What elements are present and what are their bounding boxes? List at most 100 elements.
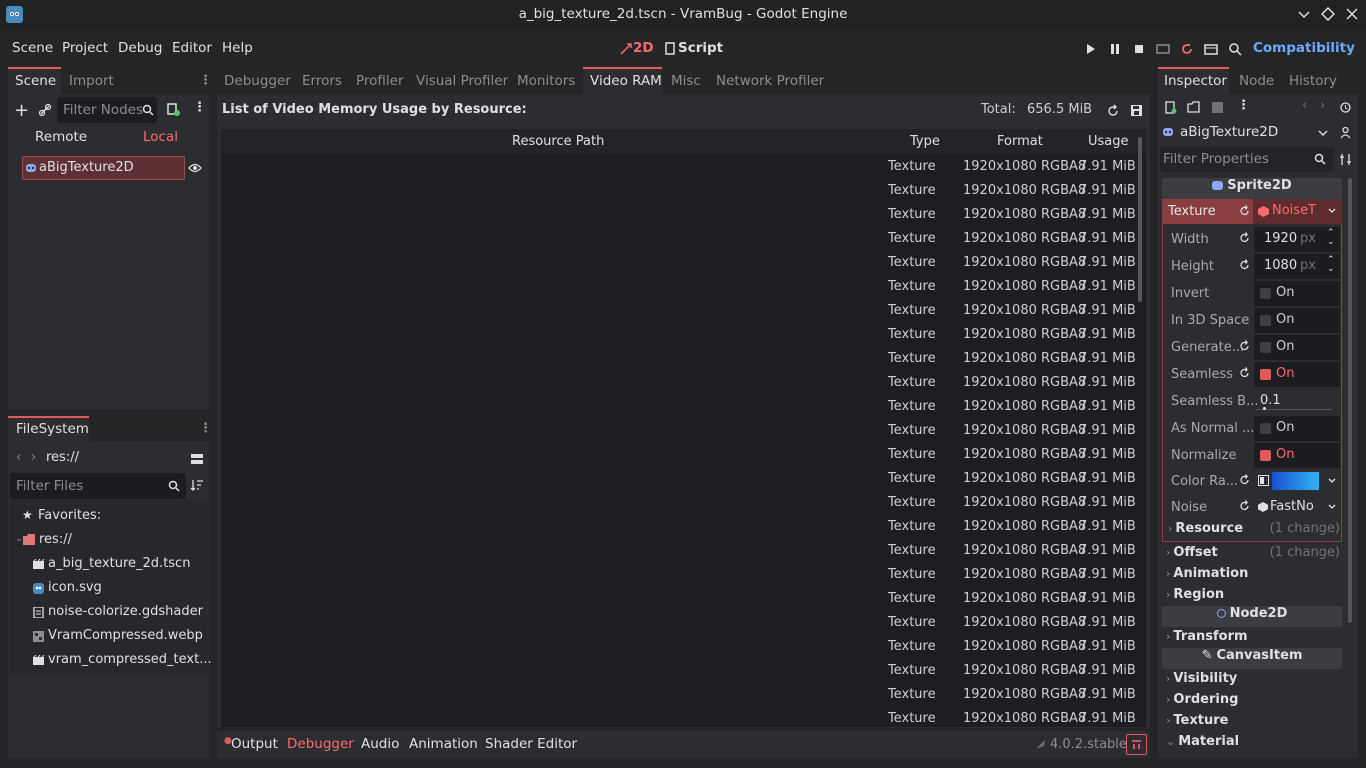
col-format[interactable]: Format [997, 134, 1043, 149]
normalize-checkbox[interactable]: On [1254, 443, 1340, 468]
remote-debug-icon[interactable] [1155, 41, 1171, 57]
remote-tab[interactable]: Remote [35, 129, 87, 145]
bottom-tab-debugger[interactable]: Debugger [287, 736, 354, 752]
renderer-select[interactable]: Compatibility [1253, 40, 1355, 56]
table-row[interactable]: Texture 1920x1080 RGBA8 7.91 MiB [221, 275, 1137, 299]
tab-video-ram[interactable]: Video RAM [590, 73, 662, 89]
history-icon[interactable] [1339, 101, 1352, 114]
revert-icon[interactable] [1239, 205, 1251, 217]
table-row[interactable]: Texture 1920x1080 RGBA8 7.91 MiB [221, 419, 1137, 443]
property-tools-icon[interactable] [1339, 153, 1352, 166]
table-row[interactable]: Texture 1920x1080 RGBA8 7.91 MiB [221, 227, 1137, 251]
height-spinbox[interactable]: 1080 px ⌃ ⌄ [1254, 254, 1340, 279]
table-row[interactable]: Texture 1920x1080 RGBA8 7.91 MiB [221, 155, 1137, 179]
offset-group-header[interactable]: › Offset [1166, 545, 1218, 560]
tab-filesystem[interactable]: FileSystem [16, 421, 89, 437]
table-row[interactable]: Texture 1920x1080 RGBA8 7.91 MiB [221, 539, 1137, 563]
seamless-checkbox[interactable]: On [1254, 362, 1340, 387]
noise-resource-picker[interactable]: FastNo [1254, 495, 1340, 520]
ordering-group-header[interactable]: › Ordering [1166, 692, 1238, 707]
fs-file-item[interactable]: noise-colorize.gdshader [48, 604, 203, 619]
split-view-icon[interactable] [190, 452, 204, 466]
table-row[interactable]: Texture 1920x1080 RGBA8 7.91 MiB [221, 467, 1137, 491]
fs-dock-menu-icon[interactable]: ⋮ [199, 421, 212, 436]
class-header-node2d[interactable]: Node2D [1162, 606, 1342, 627]
transform-group-header[interactable]: › Transform [1166, 629, 1248, 644]
table-row[interactable]: Texture 1920x1080 RGBA8 7.91 MiB [221, 443, 1137, 467]
close-icon[interactable] [1345, 7, 1359, 21]
col-type[interactable]: Type [910, 134, 940, 149]
col-usage[interactable]: Usage [1088, 134, 1129, 149]
slider-grabber[interactable] [1263, 407, 1266, 410]
history-back-icon[interactable]: ‹ [1302, 98, 1307, 113]
tab-visual-profiler[interactable]: Visual Profiler [416, 73, 508, 89]
table-row[interactable]: Texture 1920x1080 RGBA8 7.91 MiB [221, 563, 1137, 587]
seamless-blend-slider[interactable]: 0.1 [1254, 389, 1340, 414]
table-row[interactable]: Texture 1920x1080 RGBA8 7.91 MiB [221, 395, 1137, 419]
tab-history[interactable]: History [1289, 73, 1337, 89]
tab-inspector[interactable]: Inspector [1164, 73, 1227, 89]
class-header-canvasitem[interactable]: ✎ CanvasItem [1162, 648, 1342, 669]
texture-group-header[interactable]: › Texture [1166, 713, 1228, 728]
minimize-icon[interactable] [1297, 7, 1311, 21]
revert-icon[interactable] [1239, 340, 1251, 352]
table-row[interactable]: Texture 1920x1080 RGBA8 7.91 MiB [221, 659, 1137, 683]
add-node-icon[interactable]: + [14, 100, 29, 121]
tab-import[interactable]: Import [69, 73, 114, 89]
revert-icon[interactable] [1239, 259, 1251, 271]
table-row[interactable]: Texture 1920x1080 RGBA8 7.91 MiB [221, 611, 1137, 635]
pause-icon[interactable] [1107, 41, 1123, 57]
fs-file-item[interactable]: icon.svg [48, 580, 102, 595]
back-icon[interactable]: ‹ [16, 450, 21, 465]
texture-resource-picker[interactable]: NoiseT [1253, 199, 1342, 224]
play-icon[interactable] [1083, 41, 1099, 57]
open-folder-icon[interactable] [1187, 101, 1200, 114]
revert-icon[interactable] [1239, 474, 1251, 486]
save-resource-icon[interactable] [1211, 101, 1224, 114]
menu-debug[interactable]: Debug [118, 40, 162, 56]
local-tab[interactable]: Local [143, 129, 178, 145]
region-group-header[interactable]: › Region [1166, 587, 1224, 602]
as-normal-checkbox[interactable]: On [1254, 416, 1340, 441]
bottom-tab-animation[interactable]: Animation [409, 736, 478, 752]
spin-arrows-icon[interactable]: ⌃ ⌄ [1327, 256, 1335, 274]
table-row[interactable]: Texture 1920x1080 RGBA8 7.91 MiB [221, 323, 1137, 347]
menu-editor[interactable]: Editor [172, 40, 212, 56]
maximize-icon[interactable] [1321, 7, 1335, 21]
fs-file-item[interactable]: vram_compressed_text... [48, 652, 212, 667]
forward-icon[interactable]: › [31, 450, 36, 465]
history-forward-icon[interactable]: › [1320, 98, 1325, 113]
save-icon[interactable] [1130, 104, 1143, 117]
visibility-group-header[interactable]: › Visibility [1166, 671, 1237, 686]
inspected-object[interactable]: aBigTexture2D [1180, 124, 1278, 140]
chevron-down-icon[interactable] [1318, 129, 1328, 137]
filter-files-input[interactable]: Filter Files [10, 473, 186, 499]
reload-icon[interactable] [1179, 41, 1195, 57]
spin-arrows-icon[interactable]: ⌃ ⌄ [1327, 229, 1335, 247]
table-row[interactable]: Texture 1920x1080 RGBA8 7.91 MiB [221, 587, 1137, 611]
filter-nodes-input[interactable]: Filter Nodes [57, 97, 157, 123]
table-row[interactable]: Texture 1920x1080 RGBA8 7.91 MiB [221, 491, 1137, 515]
object-tools-icon[interactable] [1339, 126, 1352, 139]
tab-profiler[interactable]: Profiler [356, 73, 404, 89]
col-resource-path[interactable]: Resource Path [512, 134, 604, 149]
table-row[interactable]: Texture 1920x1080 RGBA8 7.91 MiB [221, 179, 1137, 203]
dock-menu-icon[interactable]: ⋮ [199, 73, 212, 88]
run-custom-scene-icon[interactable] [1227, 41, 1243, 57]
tab-monitors[interactable]: Monitors [517, 73, 575, 89]
tab-errors[interactable]: Errors [302, 73, 342, 89]
inspector-scrollbar[interactable] [1348, 178, 1352, 623]
refresh-icon[interactable] [1106, 104, 1120, 118]
bottom-tab-audio[interactable]: Audio [361, 736, 399, 752]
generate-checkbox[interactable]: On [1254, 335, 1340, 360]
invert-checkbox[interactable]: On [1254, 281, 1340, 306]
menu-help[interactable]: Help [222, 40, 253, 56]
scene-menu-icon[interactable]: ⋮ [193, 100, 206, 115]
table-row[interactable]: Texture 1920x1080 RGBA8 7.91 MiB [221, 203, 1137, 227]
bottom-tab-shader-editor[interactable]: Shader Editor [485, 736, 577, 752]
stop-icon[interactable] [1131, 41, 1147, 57]
table-row[interactable]: Texture 1920x1080 RGBA8 7.91 MiB [221, 371, 1137, 395]
visibility-eye-icon[interactable] [188, 162, 202, 174]
movie-maker-icon[interactable] [1203, 41, 1219, 57]
width-spinbox[interactable]: 1920 px ⌃ ⌄ [1254, 227, 1340, 252]
